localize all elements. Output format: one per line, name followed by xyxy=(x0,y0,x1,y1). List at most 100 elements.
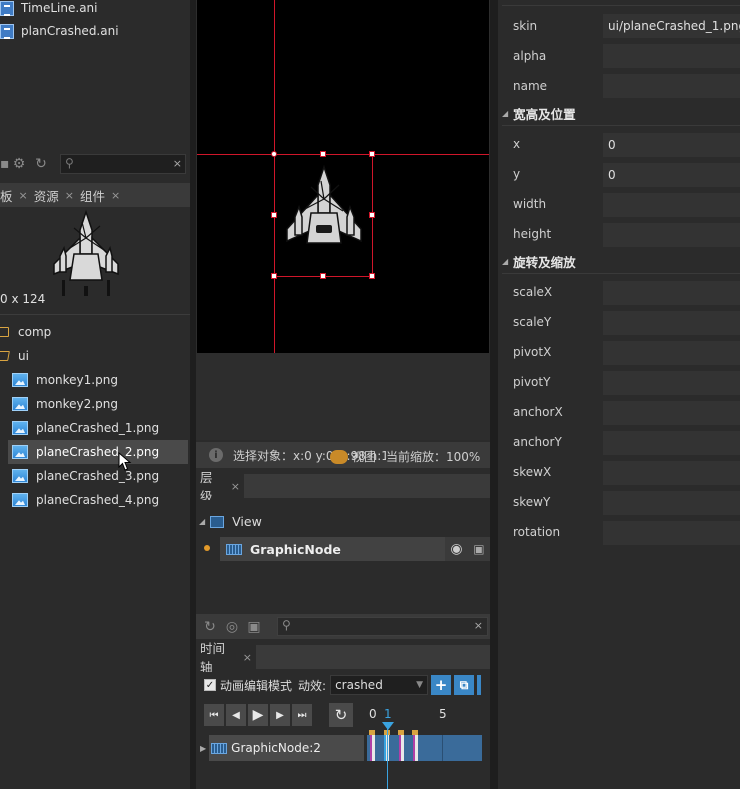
folder-open-icon xyxy=(0,351,10,361)
prev-frame-button[interactable]: ◀ xyxy=(225,703,247,727)
prop-input-anchory[interactable] xyxy=(603,431,740,455)
loop-button[interactable]: ↻ xyxy=(329,703,353,727)
add-keyframe-button[interactable]: + xyxy=(431,675,452,695)
view-toggle[interactable]: 视图 xyxy=(330,448,376,465)
filter-icon[interactable]: ▪ xyxy=(0,156,10,172)
more-button[interactable] xyxy=(477,675,482,695)
close-icon[interactable]: × xyxy=(65,189,74,202)
file-item[interactable]: planCrashed.ani xyxy=(0,21,119,41)
tree-item[interactable]: planeCrashed_1.png xyxy=(12,418,159,438)
prop-input-skewy[interactable] xyxy=(603,491,740,515)
tree-item-selected[interactable]: planeCrashed_2.png xyxy=(12,442,159,462)
expand-triangle-icon[interactable]: ▶ xyxy=(200,744,206,753)
keyframe[interactable] xyxy=(413,735,418,761)
tree-item[interactable]: monkey2.png xyxy=(12,394,118,414)
expand-triangle-icon[interactable]: ◢ xyxy=(199,517,205,526)
refresh-icon[interactable]: ↻ xyxy=(30,156,52,172)
toggle-switch[interactable] xyxy=(330,449,348,464)
selection-box[interactable] xyxy=(271,151,375,279)
tree-item[interactable]: monkey1.png xyxy=(12,370,118,390)
prop-label-y: y xyxy=(513,167,521,181)
layer-node-graphicnode[interactable]: GraphicNode xyxy=(220,537,445,561)
eye-icon[interactable]: ◎ xyxy=(221,619,243,635)
resize-handle[interactable] xyxy=(369,212,375,218)
tab-panel[interactable]: 板 × xyxy=(0,186,34,205)
close-icon[interactable]: × xyxy=(111,189,120,202)
prop-input-skin[interactable]: ui/planeCrashed_1.png xyxy=(603,14,740,38)
last-frame-button[interactable]: ⏭ xyxy=(291,703,313,727)
tab-layers[interactable]: 层级 × xyxy=(196,470,244,504)
tab-resources[interactable]: 资源 × xyxy=(34,186,80,205)
prop-input-skewx[interactable] xyxy=(603,461,740,485)
prop-input-pivotx[interactable] xyxy=(603,341,740,365)
edit-mode-label: 动画编辑模式 xyxy=(220,678,293,693)
prop-input-alpha[interactable] xyxy=(603,44,740,68)
gear-icon[interactable]: ⚙ xyxy=(8,156,30,172)
tree-folder-ui[interactable]: ui xyxy=(0,346,29,366)
next-frame-button[interactable]: ▶ xyxy=(269,703,291,727)
tab-timeline[interactable]: 时间轴 × xyxy=(196,641,256,675)
scene-stage[interactable] xyxy=(197,0,489,353)
keyframe[interactable] xyxy=(399,735,404,761)
tree-item[interactable]: planeCrashed_4.png xyxy=(12,490,159,510)
eye-icon[interactable]: ◉ xyxy=(450,541,462,557)
resize-handle[interactable] xyxy=(320,273,326,279)
prop-input-width[interactable] xyxy=(603,193,740,217)
clear-search-icon[interactable]: × xyxy=(474,619,483,632)
resize-handle[interactable] xyxy=(271,273,277,279)
timeline-track-label[interactable]: ▶ GraphicNode:2 xyxy=(200,735,364,761)
effect-select[interactable]: crashed ▼ xyxy=(330,675,429,695)
resize-handle[interactable] xyxy=(320,151,326,157)
tab-components[interactable]: 组件 × xyxy=(80,186,126,205)
tab-label: 组件 xyxy=(79,188,105,204)
first-frame-button[interactable]: ⏮ xyxy=(203,703,225,727)
resize-handle[interactable] xyxy=(369,273,375,279)
collapse-triangle-icon: ◢ xyxy=(502,257,509,266)
lock-icon[interactable]: ▣ xyxy=(473,542,484,556)
file-label: TimeLine.ani xyxy=(21,1,98,15)
close-icon[interactable]: × xyxy=(231,480,240,493)
close-icon[interactable]: × xyxy=(19,189,28,202)
prop-input-y[interactable]: 0 xyxy=(603,163,740,187)
prop-input-rotation[interactable] xyxy=(603,521,740,545)
resize-handle[interactable] xyxy=(369,151,375,157)
graphic-node-icon xyxy=(211,742,228,754)
keyframe-marker xyxy=(412,730,418,735)
prop-input-x[interactable]: 0 xyxy=(603,133,740,157)
layer-root-view[interactable]: ◢ View xyxy=(199,514,262,529)
animation-file-icon xyxy=(0,0,14,16)
resize-handle[interactable] xyxy=(271,212,277,218)
playhead-marker-icon[interactable] xyxy=(382,722,394,730)
clear-search-icon[interactable]: × xyxy=(173,157,182,170)
prop-input-pivoty[interactable] xyxy=(603,371,740,395)
section-rotation-scale[interactable]: ◢ 旋转及缩放 xyxy=(502,250,740,274)
prop-input-height[interactable] xyxy=(603,223,740,247)
tree-folder-comp[interactable]: comp xyxy=(0,322,51,342)
prop-input-name[interactable] xyxy=(603,74,740,98)
section-size-position[interactable]: ◢ 宽高及位置 xyxy=(502,102,740,126)
file-item[interactable]: TimeLine.ani xyxy=(0,0,97,18)
mouse-cursor-icon xyxy=(118,452,132,471)
file-label: monkey1.png xyxy=(36,373,118,387)
keyframe[interactable] xyxy=(370,735,375,761)
play-button[interactable]: ▶ xyxy=(247,703,269,727)
file-label: planeCrashed_3.png xyxy=(36,469,160,483)
tree-item[interactable]: planeCrashed_3.png xyxy=(12,466,159,486)
close-icon[interactable]: × xyxy=(243,651,252,664)
layers-search-input[interactable]: ⚲ × xyxy=(277,617,488,636)
copy-frame-button[interactable]: ⧉ xyxy=(454,675,475,695)
splitter-right[interactable] xyxy=(490,0,498,789)
collapse-triangle-icon: ◢ xyxy=(502,109,509,118)
lock-icon[interactable]: ▣ xyxy=(243,619,265,635)
refresh-icon[interactable]: ↻ xyxy=(199,619,221,635)
prop-input-scaley[interactable] xyxy=(603,311,740,335)
view-label: 视图 xyxy=(352,450,377,464)
image-file-icon xyxy=(12,373,28,387)
timeline-track[interactable] xyxy=(367,735,482,761)
keyframe-marker xyxy=(398,730,404,735)
resource-search-input[interactable]: ⚲ × xyxy=(60,154,186,174)
resize-handle[interactable] xyxy=(271,151,277,157)
prop-input-anchorx[interactable] xyxy=(603,401,740,425)
prop-input-scalex[interactable] xyxy=(603,281,740,305)
animation-edit-checkbox[interactable]: ✓ xyxy=(204,679,216,691)
